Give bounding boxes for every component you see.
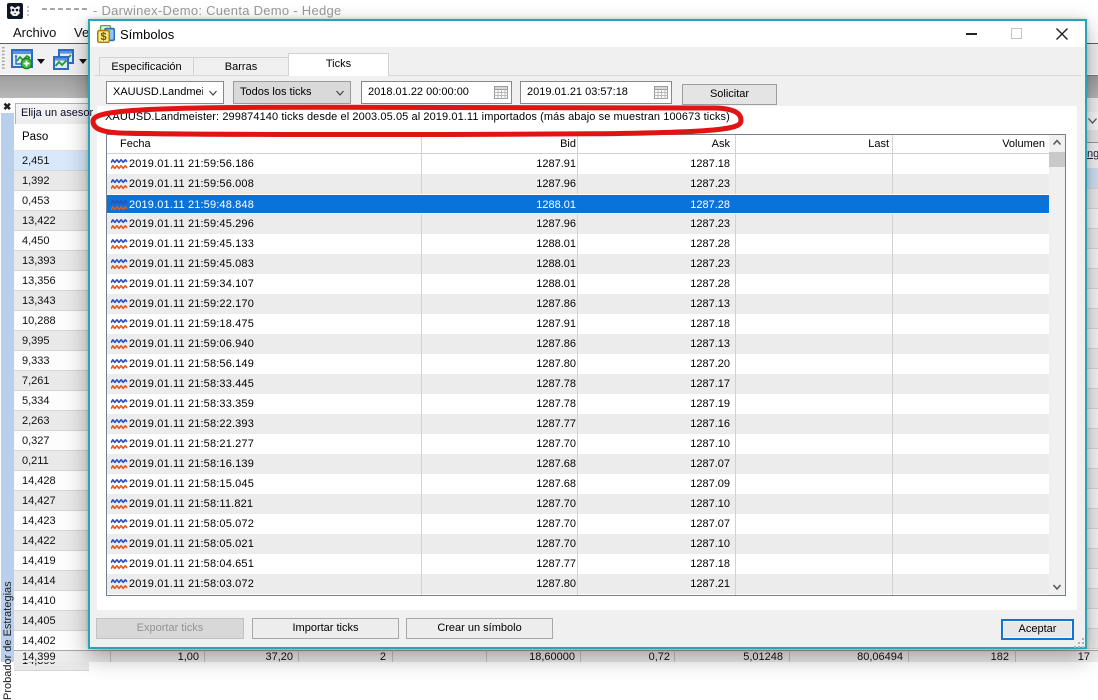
svg-text:$: $ [100,31,106,43]
